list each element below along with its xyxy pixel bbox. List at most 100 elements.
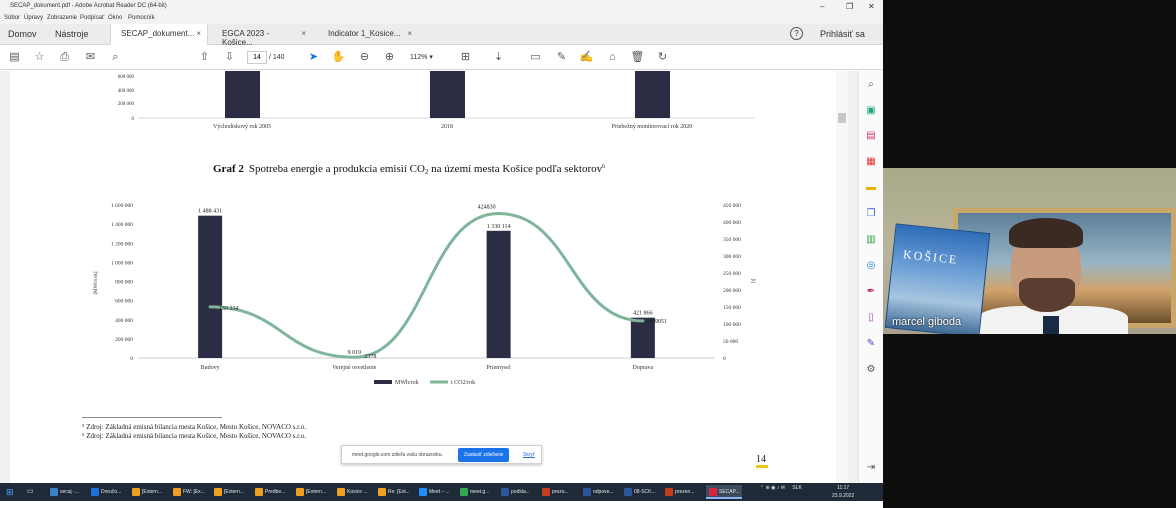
app-icon <box>296 487 304 496</box>
select-cursor-icon[interactable]: ➤ <box>306 50 321 65</box>
taskbar-item[interactable]: 08-SCK... <box>624 485 656 499</box>
tab-close-icon[interactable]: × <box>301 29 306 38</box>
y-axis-label-right: [t] <box>750 279 755 284</box>
top-category-label: Priebežný monitorovací rok 2020 <box>612 124 692 130</box>
protect-icon[interactable]: ▯ <box>864 311 878 325</box>
more-tools-icon[interactable]: ⚙ <box>864 363 878 377</box>
tab-document-secap[interactable]: SECAP_dokument... × <box>110 24 208 45</box>
taskbar-item-label: Kosice ... <box>347 489 368 495</box>
taskbar-item[interactable]: podkla... <box>501 485 530 499</box>
taskbar-item[interactable]: SECAP... <box>706 485 743 499</box>
task-view-icon[interactable]: ▭ <box>27 485 34 499</box>
taskbar-item[interactable]: [Extern... <box>296 485 326 499</box>
minimize-icon[interactable]: – <box>820 2 824 11</box>
search-icon[interactable]: ⌕ <box>108 50 123 65</box>
maximize-icon[interactable]: ❐ <box>846 2 853 11</box>
y-tick-right: 350 000 <box>723 237 741 243</box>
hand-tool-icon[interactable]: ✋ <box>331 50 346 65</box>
zoom-tool-icon[interactable]: ⌕ <box>864 78 878 92</box>
emissions-point <box>497 212 501 216</box>
taskbar-item[interactable]: Doručo... <box>91 485 121 499</box>
menu-sign[interactable]: Podpísať <box>80 15 104 21</box>
app-icon <box>419 487 427 496</box>
close-icon[interactable]: ✕ <box>868 2 875 11</box>
taskbar-item[interactable]: Meet – ... <box>419 485 450 499</box>
scroll-thumb[interactable] <box>838 113 846 123</box>
organize-pages-icon[interactable]: ▤ <box>864 129 878 143</box>
delete-icon[interactable]: 🗑 <box>630 50 645 65</box>
hide-link[interactable]: Skryť <box>523 452 535 458</box>
draw-icon[interactable]: ✍ <box>579 50 594 65</box>
stop-sharing-button[interactable]: Zastaviť zdieľanie <box>458 448 510 462</box>
footnote-5: ⁵ Zdroj: Základná emisná bilancia mesta … <box>82 423 307 431</box>
taskbar-item[interactable]: odpove... <box>583 485 614 499</box>
tab-close-icon[interactable]: × <box>407 29 412 38</box>
clock[interactable]: 11:17 23.9.2022 <box>832 484 854 500</box>
taskbar-item-label: prezen... <box>675 489 695 495</box>
collapse-panel-icon[interactable]: ⇥ <box>864 461 878 475</box>
edit-pdf-icon[interactable]: ▥ <box>864 233 878 247</box>
taskbar-item[interactable]: Predbe... <box>255 485 285 499</box>
taskbar-item[interactable]: Kosice ... <box>337 485 368 499</box>
tab-close-icon[interactable]: × <box>196 29 201 38</box>
taskbar-item[interactable]: prezo... <box>542 485 569 499</box>
taskbar-item-label: [Extern... <box>224 489 245 495</box>
start-icon[interactable]: ⊞ <box>6 485 14 499</box>
comment-tool-icon[interactable]: ▬ <box>864 181 878 195</box>
export-pdf-icon[interactable]: ▣ <box>864 104 878 118</box>
page-down-icon[interactable]: ⇩ <box>222 50 237 65</box>
tab-document-indicator[interactable]: Indicator 1_Kosice... × <box>318 24 418 45</box>
taskbar-item-label: [Extern... <box>142 489 163 495</box>
taskbar-item[interactable]: [Extern... <box>214 485 244 499</box>
menu-edit[interactable]: Úpravy <box>24 15 43 21</box>
taskbar-item[interactable]: prezen... <box>665 485 694 499</box>
language-indicator[interactable]: SLK <box>792 485 801 491</box>
menu-file[interactable]: Súbor <box>4 15 20 21</box>
taskbar-item-label: prezo... <box>552 489 569 495</box>
page-layout-icon[interactable]: ⊞ <box>458 50 473 65</box>
compress-icon[interactable]: ◎ <box>864 259 878 273</box>
combine-files-icon[interactable]: ❐ <box>864 207 878 221</box>
rotate-icon[interactable]: ↻ <box>655 50 670 65</box>
scroll-mode-icon[interactable]: ⇣ <box>491 50 506 65</box>
windows-taskbar: ⊞ ▭ secaj -... Doručo... [Extern... FW: [Ex… <box>0 483 883 501</box>
vertical-scrollbar[interactable] <box>836 71 848 483</box>
taskbar-item[interactable]: secaj -... <box>50 485 79 499</box>
help-icon[interactable]: ? <box>790 27 803 40</box>
app-icon <box>214 487 222 496</box>
app-icon <box>50 487 58 496</box>
email-icon[interactable]: ✉ <box>83 50 98 65</box>
login-button[interactable]: Prihlásiť sa <box>820 29 865 39</box>
menu-view[interactable]: Zobrazenie <box>47 15 77 21</box>
taskbar-item[interactable]: Re: [Ext... <box>378 485 410 499</box>
create-pdf-icon[interactable]: ▦ <box>864 155 878 169</box>
taskbar-item-label: SECAP... <box>719 489 740 495</box>
taskbar-item[interactable]: meet.g... <box>460 485 489 499</box>
taskbar-item[interactable]: [Extern... <box>132 485 162 499</box>
bookmark-star-icon[interactable]: ☆ <box>32 50 47 65</box>
tab-home[interactable]: Domov <box>8 29 37 39</box>
menu-window[interactable]: Okno <box>108 15 122 21</box>
taskbar-item[interactable]: FW: [Ex... <box>173 485 205 499</box>
y-tick-right: 100 000 <box>723 322 741 328</box>
stamp-icon[interactable]: ⌂ <box>605 50 620 65</box>
tab-document-egca[interactable]: EGCA 2023 - Košice... × <box>212 24 312 47</box>
page-number-input[interactable] <box>247 51 267 64</box>
fill-sign-icon[interactable]: ✒ <box>864 285 878 299</box>
bar-value-label: 1 488 431 <box>198 209 222 215</box>
menu-help[interactable]: Pomocník <box>128 15 155 21</box>
top-bar <box>635 71 670 118</box>
tab-tools[interactable]: Nástroje <box>55 29 89 39</box>
pdf-page: 600 000 400 000 200 000 0 Východiskový r… <box>10 71 836 483</box>
page-up-icon[interactable]: ⇧ <box>197 50 212 65</box>
save-icon[interactable]: ▤ <box>7 50 22 65</box>
tray-icons[interactable]: ⌃ ⊕ ◉ ♪ ✉ <box>760 485 785 491</box>
zoom-in-icon[interactable]: ⊕ <box>382 50 397 65</box>
highlight-pen-icon[interactable]: ✎ <box>554 50 569 65</box>
print-icon[interactable]: ⎙ <box>57 50 72 65</box>
zoom-out-icon[interactable]: ⊖ <box>357 50 372 65</box>
participant-video-tile[interactable]: KOŠICE marcel giboda <box>883 168 1176 334</box>
zoom-select[interactable]: 112% ▾ <box>410 51 433 64</box>
send-sign-icon[interactable]: ✎ <box>864 337 878 351</box>
comment-icon[interactable]: ▭ <box>528 50 543 65</box>
